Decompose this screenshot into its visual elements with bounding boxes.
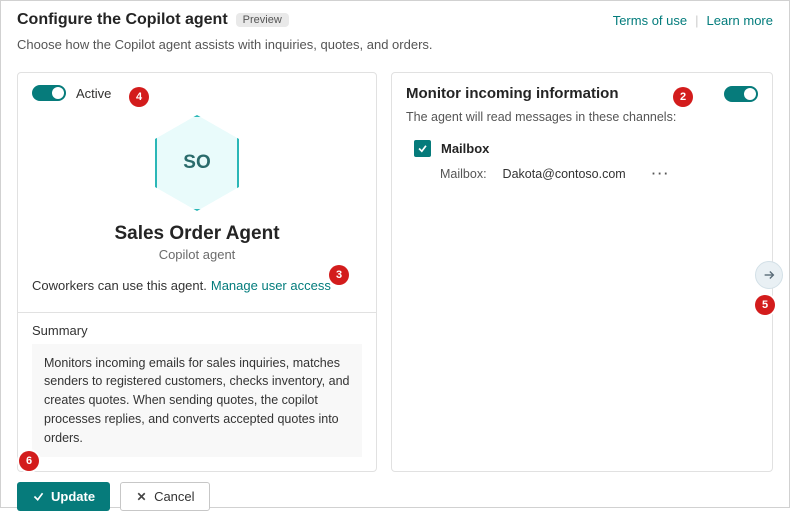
- update-button[interactable]: Update: [17, 482, 110, 511]
- footer-bar: Update Cancel: [1, 472, 789, 521]
- agent-name: Sales Order Agent: [32, 223, 362, 245]
- active-label: Active: [76, 86, 111, 101]
- mailbox-checkbox[interactable]: [414, 140, 431, 157]
- next-page-button[interactable]: [755, 261, 783, 289]
- active-toggle[interactable]: [32, 85, 66, 101]
- mailbox-field-value: Dakota@contoso.com: [503, 167, 626, 181]
- divider: [18, 312, 376, 313]
- check-icon: [32, 490, 45, 503]
- monitor-subtitle: The agent will read messages in these ch…: [406, 110, 758, 124]
- monitor-title: Monitor incoming information: [406, 85, 618, 102]
- link-separator: |: [695, 13, 698, 28]
- update-button-label: Update: [51, 489, 95, 504]
- preview-badge: Preview: [236, 13, 289, 27]
- access-text: Coworkers can use this agent.: [32, 276, 207, 296]
- agent-avatar-hexagon: SO: [155, 115, 239, 211]
- check-icon: [417, 143, 428, 154]
- mailbox-field-label: Mailbox:: [440, 167, 487, 181]
- learn-more-link[interactable]: Learn more: [707, 13, 773, 28]
- arrow-right-icon: [762, 268, 776, 282]
- agent-subtitle: Copilot agent: [32, 247, 362, 262]
- manage-user-access-link[interactable]: Manage user access: [211, 276, 331, 296]
- monitor-pane: Monitor incoming information The agent w…: [391, 72, 773, 472]
- close-icon: [135, 490, 148, 503]
- summary-text: Monitors incoming emails for sales inqui…: [32, 344, 362, 458]
- monitor-toggle[interactable]: [724, 86, 758, 102]
- page-title: Configure the Copilot agent: [17, 11, 228, 29]
- terms-link[interactable]: Terms of use: [613, 13, 687, 28]
- cancel-button[interactable]: Cancel: [120, 482, 209, 511]
- header-bar: Configure the Copilot agent Preview Term…: [1, 1, 789, 60]
- summary-label: Summary: [32, 323, 362, 338]
- agent-initials: SO: [183, 152, 210, 174]
- cancel-button-label: Cancel: [154, 489, 194, 504]
- content-area: Active SO Sales Order Agent Copilot agen…: [1, 60, 789, 472]
- agent-pane: Active SO Sales Order Agent Copilot agen…: [17, 72, 377, 472]
- mailbox-channel-label: Mailbox: [441, 141, 489, 156]
- mailbox-more-menu[interactable]: ···: [646, 167, 677, 181]
- header-links: Terms of use | Learn more: [613, 13, 773, 28]
- page-subtitle: Choose how the Copilot agent assists wit…: [17, 37, 773, 52]
